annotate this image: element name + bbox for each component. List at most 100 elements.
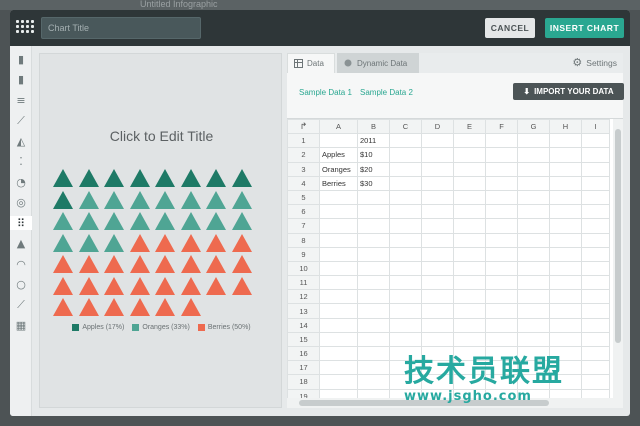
cell[interactable]: [485, 232, 518, 248]
cell[interactable]: [389, 303, 422, 319]
cell[interactable]: [517, 317, 550, 333]
cell[interactable]: [549, 133, 582, 149]
row-header[interactable]: 7: [287, 218, 320, 234]
cell[interactable]: [319, 189, 358, 206]
column-header[interactable]: C: [389, 119, 422, 135]
cell[interactable]: [319, 374, 358, 390]
cell[interactable]: [453, 204, 486, 220]
cell[interactable]: [421, 317, 454, 333]
cell[interactable]: [549, 175, 582, 191]
cell[interactable]: [319, 246, 358, 262]
cell[interactable]: [549, 303, 582, 319]
cell[interactable]: [421, 232, 454, 248]
cell[interactable]: [549, 218, 582, 234]
cell[interactable]: [485, 331, 518, 348]
cell[interactable]: [485, 147, 518, 163]
cell[interactable]: [485, 260, 518, 277]
pie-chart-icon[interactable]: ◔: [13, 175, 29, 189]
cancel-button[interactable]: CANCEL: [485, 18, 535, 38]
settings-button[interactable]: ⚙ Settings: [572, 56, 617, 69]
cell[interactable]: [581, 260, 610, 277]
cell[interactable]: [549, 317, 582, 333]
cell[interactable]: [485, 189, 518, 206]
cell[interactable]: $10: [357, 147, 390, 163]
row-header[interactable]: 10: [287, 260, 320, 277]
cell[interactable]: [319, 360, 358, 376]
column-header[interactable]: B: [357, 119, 390, 135]
cell[interactable]: [357, 303, 390, 319]
cell[interactable]: [517, 275, 550, 291]
cell[interactable]: [319, 331, 358, 348]
cell[interactable]: [485, 133, 518, 149]
cell[interactable]: $20: [357, 161, 390, 177]
tab-dynamic-data[interactable]: Dynamic Data: [337, 53, 419, 73]
cell[interactable]: [357, 246, 390, 262]
cell[interactable]: [357, 317, 390, 333]
cell[interactable]: [389, 161, 422, 177]
cell[interactable]: [453, 317, 486, 333]
row-header[interactable]: 11: [287, 275, 320, 291]
cell[interactable]: [453, 189, 486, 206]
cell[interactable]: [389, 317, 422, 333]
cell[interactable]: [453, 275, 486, 291]
row-header[interactable]: 15: [287, 331, 320, 348]
cell[interactable]: [581, 147, 610, 163]
cell[interactable]: [517, 260, 550, 277]
cell[interactable]: [389, 189, 422, 206]
row-header[interactable]: 13: [287, 303, 320, 319]
cell[interactable]: [453, 232, 486, 248]
column-chart-icon[interactable]: ▮: [13, 52, 29, 66]
cell[interactable]: [517, 218, 550, 234]
cell[interactable]: [389, 147, 422, 163]
cell[interactable]: [485, 317, 518, 333]
cell[interactable]: [389, 175, 422, 191]
cell[interactable]: [421, 133, 454, 149]
cell[interactable]: [549, 232, 582, 248]
cell[interactable]: [357, 360, 390, 376]
row-header[interactable]: 16: [287, 345, 320, 362]
donut-chart-icon[interactable]: ◎: [13, 196, 29, 210]
ring-icon[interactable]: ○: [13, 278, 29, 292]
tab-data[interactable]: Data: [287, 53, 335, 73]
cell[interactable]: [357, 345, 390, 362]
row-header[interactable]: 6: [287, 204, 320, 220]
cell[interactable]: [453, 289, 486, 305]
cell[interactable]: [453, 147, 486, 163]
cell[interactable]: [421, 175, 454, 191]
cell[interactable]: [581, 275, 610, 291]
cell[interactable]: [319, 218, 358, 234]
cell[interactable]: [485, 303, 518, 319]
cell[interactable]: [517, 161, 550, 177]
cell[interactable]: [357, 218, 390, 234]
cell[interactable]: [357, 331, 390, 348]
cell[interactable]: [389, 133, 422, 149]
cell[interactable]: [389, 246, 422, 262]
insert-chart-button[interactable]: INSERT CHART: [545, 18, 624, 38]
cell[interactable]: [549, 260, 582, 277]
cell[interactable]: [319, 232, 358, 248]
cell[interactable]: [581, 204, 610, 220]
stacked-column-icon[interactable]: ▮: [13, 73, 29, 87]
cell[interactable]: [389, 289, 422, 305]
cell[interactable]: [485, 204, 518, 220]
preview-chart-title[interactable]: Click to Edit Title: [40, 128, 283, 144]
cell[interactable]: [421, 289, 454, 305]
cell[interactable]: [517, 189, 550, 206]
cell[interactable]: [581, 218, 610, 234]
cell[interactable]: [453, 161, 486, 177]
cell[interactable]: [549, 189, 582, 206]
cell[interactable]: [485, 161, 518, 177]
corner-cell[interactable]: ↱: [287, 119, 320, 135]
cell[interactable]: Apples: [319, 147, 358, 163]
cell[interactable]: [581, 317, 610, 333]
cell[interactable]: [389, 260, 422, 277]
cell[interactable]: [549, 161, 582, 177]
cell[interactable]: Berries: [319, 175, 358, 191]
cell[interactable]: [549, 275, 582, 291]
cell[interactable]: [517, 246, 550, 262]
cell[interactable]: [357, 275, 390, 291]
cell[interactable]: [453, 175, 486, 191]
cell[interactable]: [453, 303, 486, 319]
cell[interactable]: [517, 303, 550, 319]
cell[interactable]: [319, 289, 358, 305]
